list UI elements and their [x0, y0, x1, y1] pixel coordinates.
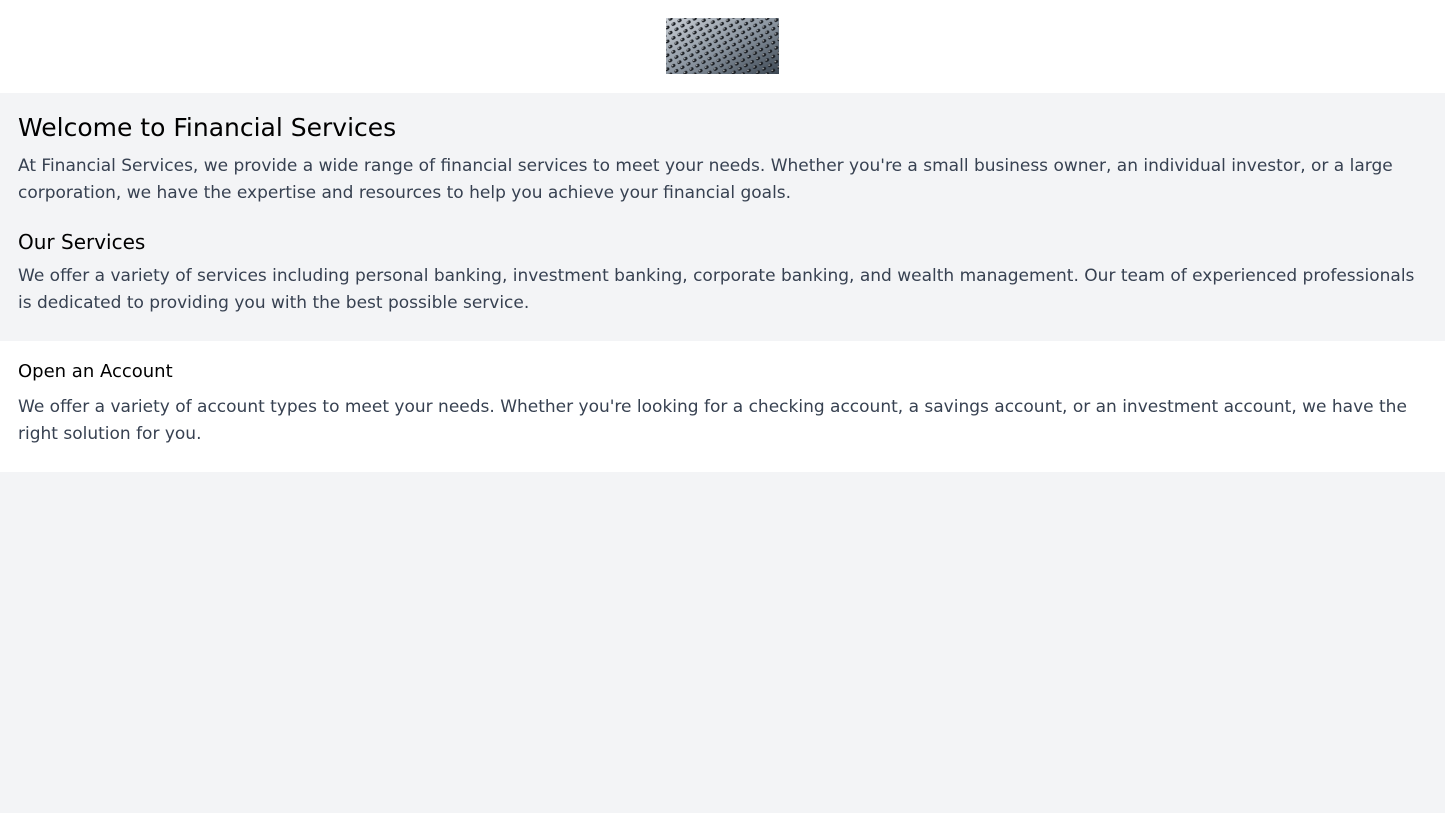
- open-account-paragraph: We offer a variety of account types to m…: [18, 397, 1407, 444]
- logo-image: [666, 18, 779, 74]
- site-header: [0, 0, 1445, 93]
- services-paragraph: We offer a variety of services including…: [18, 266, 1415, 313]
- welcome-section: Welcome to Financial Services At Financi…: [0, 93, 1445, 341]
- open-account-section: Open an Account We offer a variety of ac…: [0, 341, 1445, 472]
- open-account-heading: Open an Account: [18, 361, 173, 382]
- page: Welcome to Financial Services At Financi…: [0, 0, 1445, 813]
- services-heading: Our Services: [18, 230, 146, 254]
- intro-paragraph: At Financial Services, we provide a wide…: [18, 156, 1393, 203]
- page-title: Welcome to Financial Services: [18, 113, 397, 142]
